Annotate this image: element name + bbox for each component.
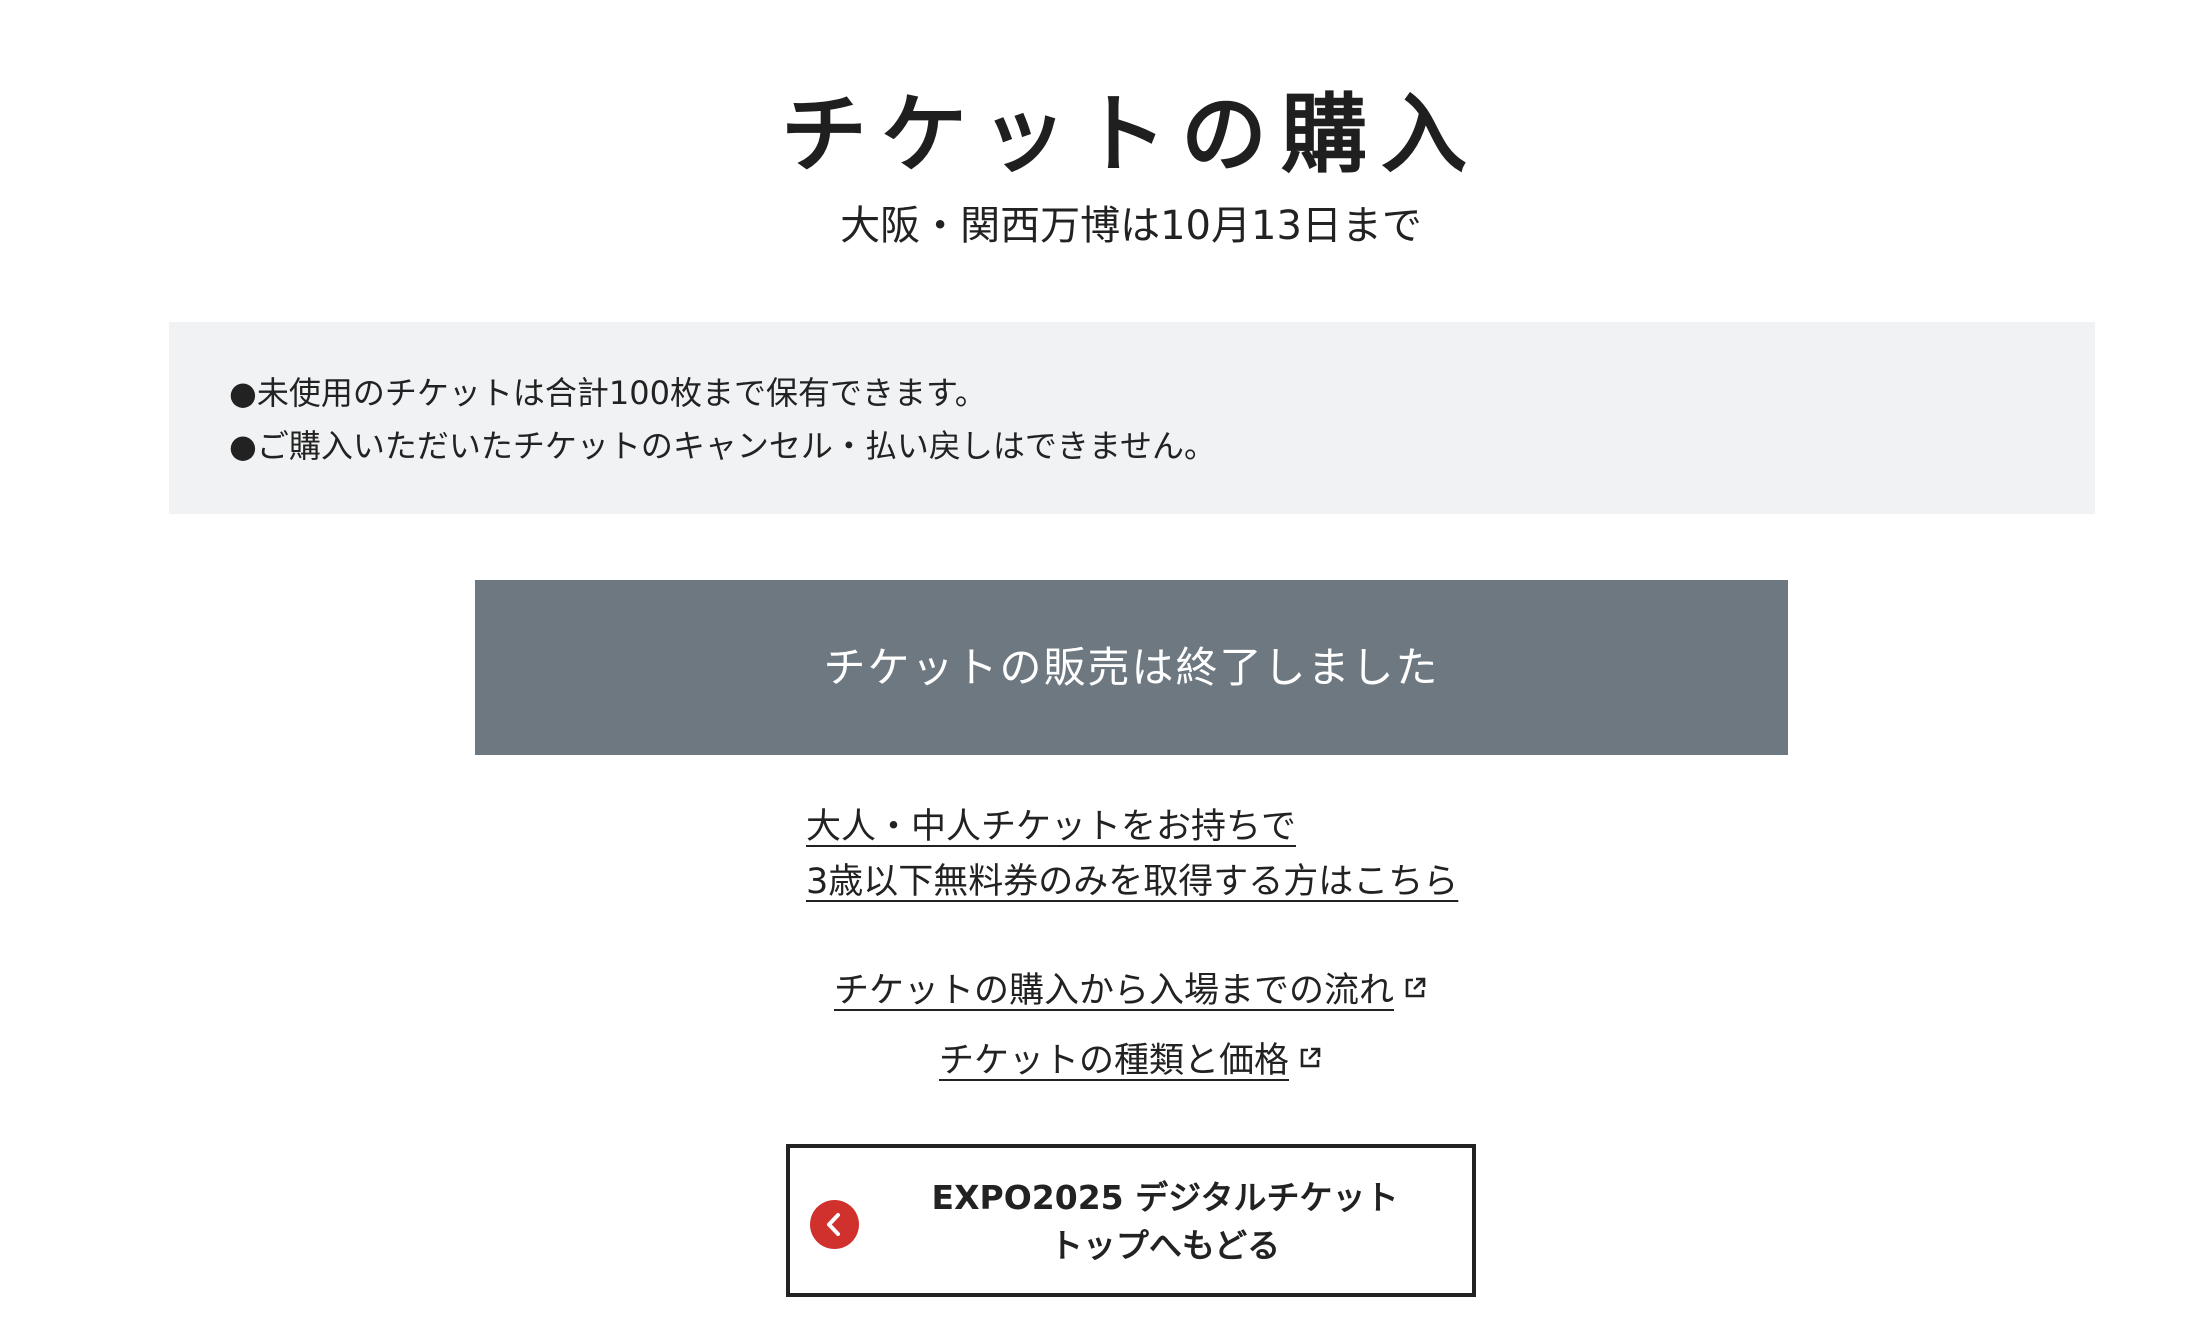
page-title: チケットの購入 bbox=[781, 84, 1481, 185]
external-link-icon bbox=[1405, 977, 1426, 998]
notice-line-ticket-limit: ●未使用のチケットは合計100枚まで保有できます。 bbox=[229, 374, 987, 412]
free-ticket-under-3-link[interactable]: 大人・中人チケットをお持ちで 3歳以下無料券のみを取得する方はこちら bbox=[806, 800, 1458, 910]
sales-ended-banner: チケットの販売は終了しました bbox=[475, 580, 1788, 755]
expo-end-date-subtitle: 大阪・関西万博は10月13日まで bbox=[840, 203, 1422, 249]
external-link-icon bbox=[1300, 1047, 1321, 1068]
purchase-to-entry-flow-label: チケットの購入から入場までの流れ bbox=[833, 971, 1394, 1011]
back-button-label: EXPO2025 デジタルチケット トップへもどる bbox=[870, 1174, 1460, 1270]
ticket-types-and-prices-link[interactable]: チケットの種類と価格 bbox=[0, 1036, 2203, 1086]
free-ticket-link-line1: 大人・中人チケットをお持ちで bbox=[806, 807, 1297, 847]
free-ticket-link-line2: 3歳以下無料券のみを取得する方はこちら bbox=[806, 862, 1459, 902]
chevron-left-icon bbox=[810, 1200, 859, 1249]
back-button-label-line2: トップへもどる bbox=[1049, 1226, 1281, 1265]
notice-line-no-refund: ●ご購入いただいたチケットのキャンセル・払い戻しはできません。 bbox=[229, 427, 1216, 465]
purchase-to-entry-flow-link[interactable]: チケットの購入から入場までの流れ bbox=[0, 966, 2203, 1016]
notice-box: ●未使用のチケットは合計100枚まで保有できます。 ●ご購入いただいたチケットの… bbox=[169, 322, 2095, 514]
ticket-types-and-prices-label: チケットの種類と価格 bbox=[938, 1041, 1289, 1081]
back-to-digital-ticket-top-button[interactable]: EXPO2025 デジタルチケット トップへもどる bbox=[786, 1144, 1476, 1297]
back-button-label-line1: EXPO2025 デジタルチケット bbox=[931, 1178, 1399, 1217]
